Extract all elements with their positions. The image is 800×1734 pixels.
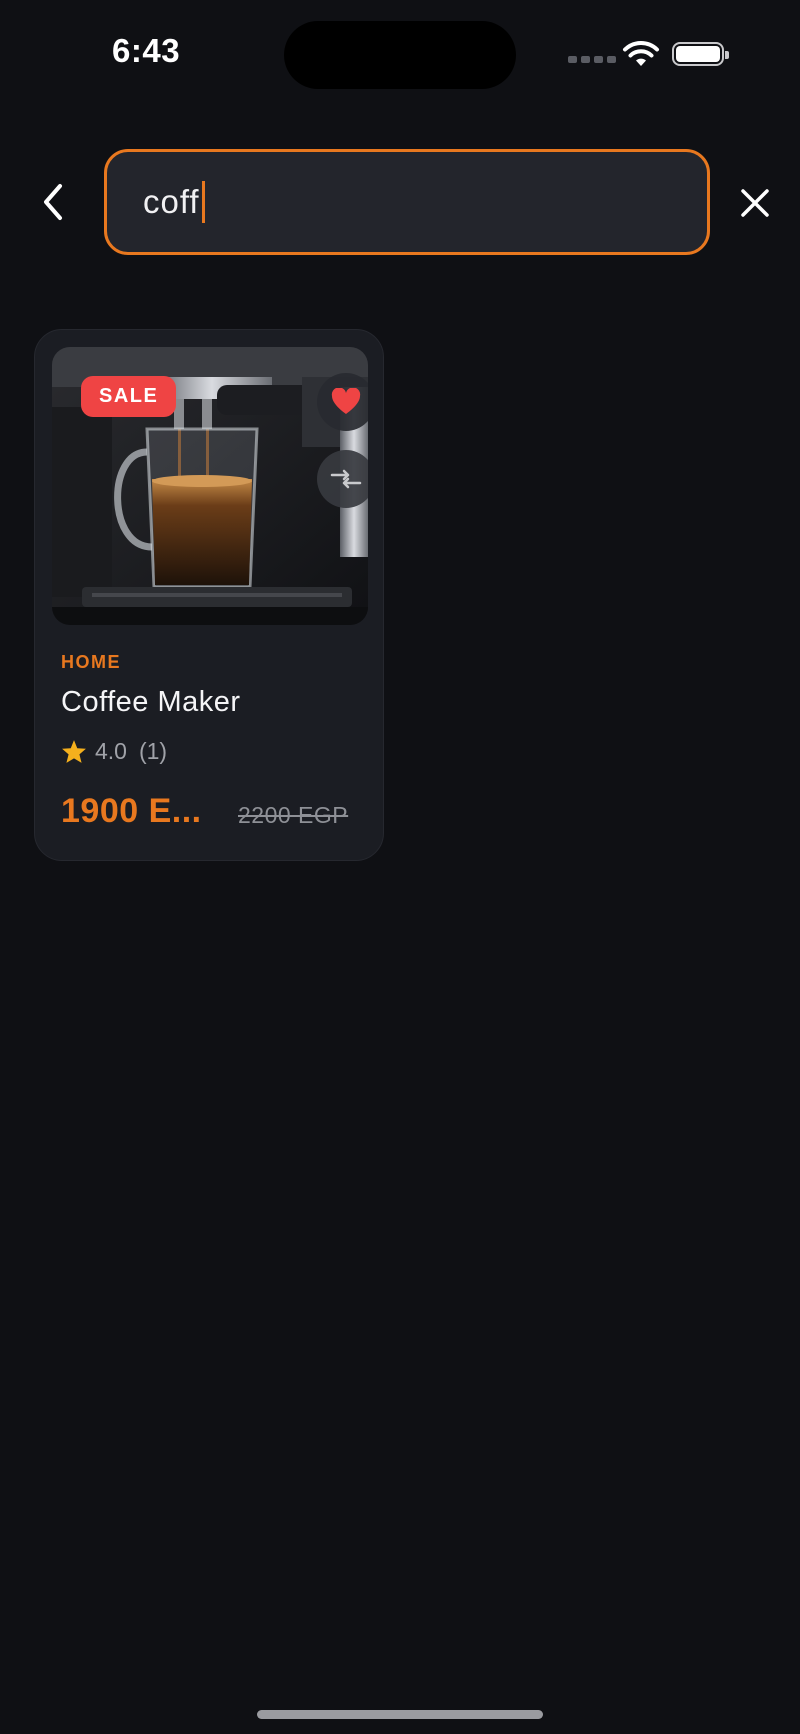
search-input-value[interactable]: coff [143, 183, 200, 221]
rating-value: 4.0 [95, 738, 127, 764]
product-rating: 4.0 (1) [61, 738, 167, 765]
rating-count: (1) [138, 738, 168, 764]
heart-icon [331, 388, 361, 414]
product-image[interactable]: SALE [52, 347, 368, 625]
product-name[interactable]: Coffee Maker [61, 686, 241, 719]
signal-icon [568, 56, 616, 63]
compare-button[interactable] [317, 450, 368, 508]
product-price: 1900 E... [61, 792, 202, 830]
back-button[interactable] [36, 180, 70, 224]
search-input[interactable]: coff [104, 149, 710, 255]
product-card[interactable]: SALE HOME Coffee Maker 4.0 (1) 1900 E...… [34, 329, 384, 861]
favorite-button[interactable] [317, 373, 368, 431]
star-icon [62, 740, 86, 763]
clear-search-button[interactable] [738, 186, 772, 220]
dynamic-island [284, 21, 516, 89]
search-screen: 6:43 coff SALE HOME Coffee Maker 4.0 (1)… [0, 0, 800, 1734]
status-time: 6:43 [112, 32, 181, 69]
text-cursor [201, 181, 205, 223]
product-old-price: 2200 EGP [238, 802, 349, 828]
home-indicator[interactable] [257, 1710, 543, 1719]
battery-icon [672, 42, 729, 66]
wifi-icon [623, 41, 659, 66]
product-category: HOME [61, 652, 121, 672]
compare-arrows-icon [330, 469, 362, 489]
sale-badge: SALE [81, 376, 177, 417]
